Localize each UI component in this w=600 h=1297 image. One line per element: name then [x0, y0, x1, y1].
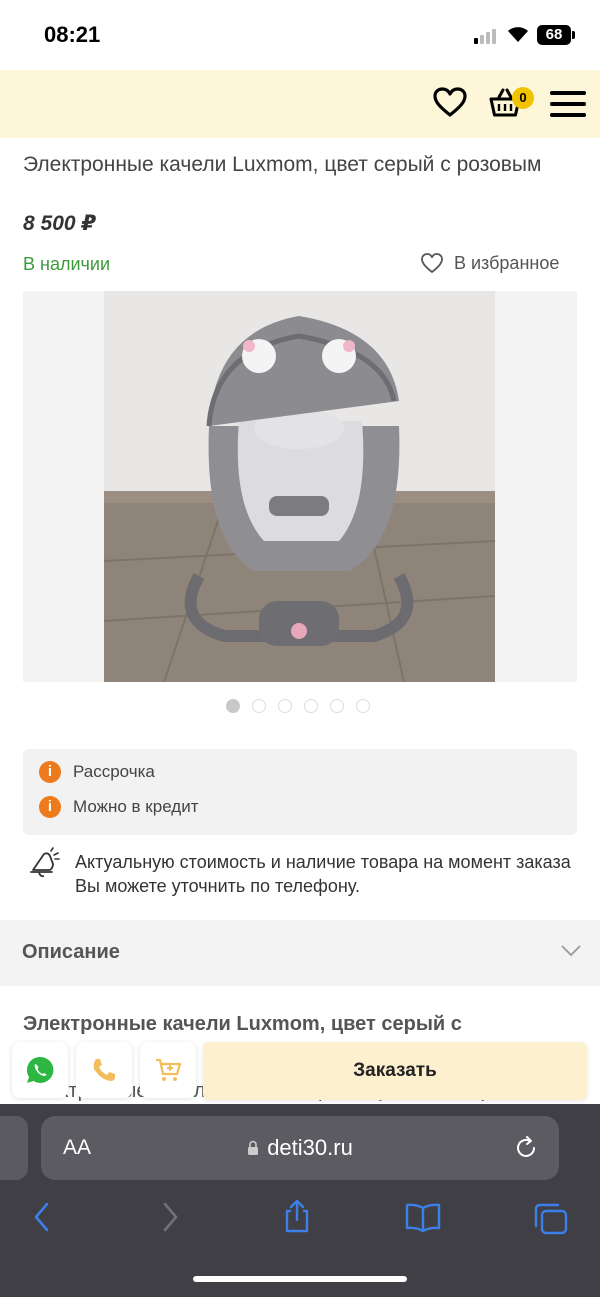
bookmarks-icon[interactable]	[404, 1202, 442, 1232]
back-icon[interactable]	[32, 1202, 52, 1232]
payment-info-box: i Рассрочка i Можно в кредит	[23, 749, 577, 835]
credit-label: Можно в кредит	[73, 797, 199, 816]
installment-row[interactable]: i Рассрочка	[39, 761, 155, 783]
url-domain: deti30.ru	[267, 1135, 353, 1160]
pagination-dot[interactable]	[252, 699, 266, 713]
credit-row[interactable]: i Можно в кредит	[39, 796, 198, 818]
home-indicator	[193, 1276, 407, 1282]
cart-icon	[156, 1058, 182, 1081]
browser-toolbar: AA deti30.ru	[0, 1104, 600, 1297]
status-time: 08:21	[44, 22, 101, 47]
pagination-dot[interactable]	[330, 699, 344, 713]
description-title: Описание	[22, 941, 120, 963]
floating-action-bar: Заказать	[0, 1038, 600, 1102]
description-heading-line: Электронные качели Luxmom, цвет серый с	[23, 1013, 462, 1035]
heart-outline-icon	[421, 253, 443, 273]
product-gallery[interactable]	[23, 291, 577, 682]
lock-icon	[248, 1140, 259, 1155]
hamburger-menu-icon[interactable]	[550, 90, 586, 118]
cart-count-badge: 0	[512, 87, 534, 109]
stock-status: В наличии	[23, 254, 111, 274]
favorites-label: В избранное	[454, 252, 560, 273]
signal-icon	[474, 28, 500, 44]
tabs-icon[interactable]	[533, 1202, 569, 1236]
pagination-dot[interactable]	[226, 699, 240, 713]
reload-icon[interactable]	[513, 1135, 539, 1161]
pagination-dot[interactable]	[278, 699, 292, 713]
add-to-favorites-link[interactable]: В избранное	[420, 252, 559, 274]
whatsapp-button[interactable]	[12, 1042, 68, 1098]
bell-alert-icon	[30, 847, 60, 878]
whatsapp-icon	[26, 1056, 54, 1083]
share-icon[interactable]	[282, 1198, 312, 1234]
chevron-down-icon	[561, 945, 581, 957]
notice-text: Актуальную стоимость и наличие товара на…	[75, 852, 571, 896]
pagination-dot[interactable]	[356, 699, 370, 713]
previous-tab-edge[interactable]	[0, 1116, 28, 1180]
address-bar[interactable]: AA deti30.ru	[41, 1116, 559, 1180]
forward-icon[interactable]	[160, 1202, 180, 1232]
product-photo	[104, 291, 495, 682]
cart-button[interactable]	[140, 1042, 196, 1098]
gallery-pagination	[226, 699, 370, 713]
wifi-icon	[508, 27, 528, 42]
product-title: Электронные качели Luxmom, цвет серый с …	[23, 153, 542, 176]
pagination-dot[interactable]	[304, 699, 318, 713]
browser-nav	[0, 1199, 600, 1242]
call-button[interactable]	[76, 1042, 132, 1098]
product-price: 8 500 ₽	[23, 212, 96, 235]
phone-icon	[93, 1059, 115, 1081]
installment-label: Рассрочка	[73, 762, 155, 781]
info-icon: i	[39, 796, 61, 818]
description-accordion[interactable]: Описание	[0, 920, 600, 986]
favorites-heart-icon[interactable]	[432, 86, 468, 118]
info-icon: i	[39, 761, 61, 783]
site-header: 0	[0, 70, 600, 138]
order-button[interactable]: Заказать	[203, 1042, 587, 1100]
status-bar: 08:21 68	[0, 0, 600, 70]
url-text: deti30.ru	[41, 1135, 559, 1161]
battery-icon: 68	[537, 25, 575, 45]
